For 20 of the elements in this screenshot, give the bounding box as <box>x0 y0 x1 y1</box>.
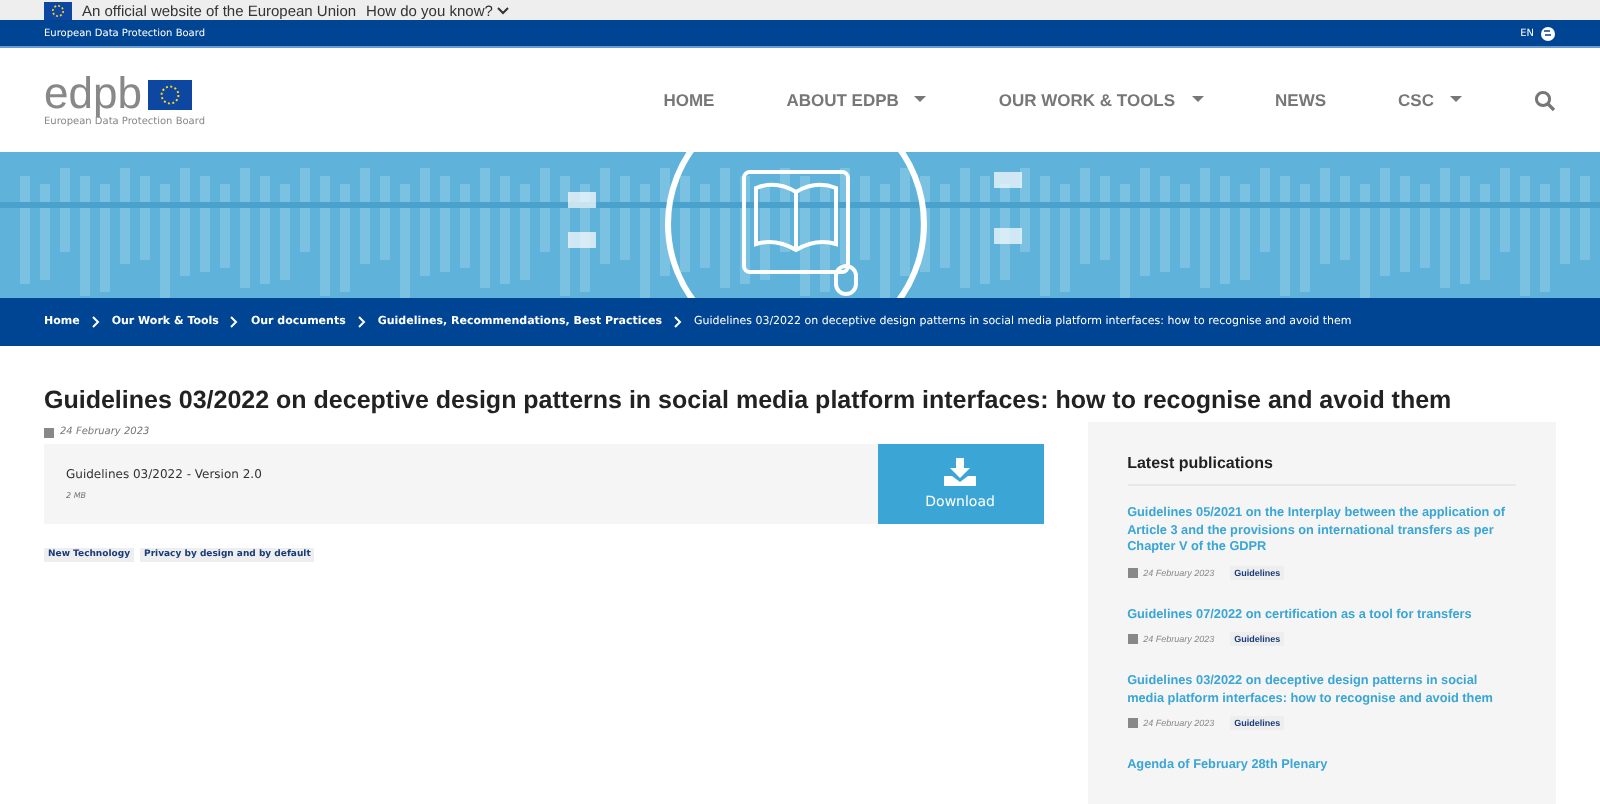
download-icon <box>944 458 977 486</box>
chevron-down-icon[interactable] <box>496 5 511 15</box>
caret-icon[interactable] <box>1191 96 1204 104</box>
eu-flag-icon <box>147 79 192 109</box>
caret-icon[interactable] <box>1450 96 1462 104</box>
eu-flag-icon <box>44 1 72 19</box>
search-icon[interactable] <box>1534 89 1556 111</box>
chevron-right-icon <box>674 316 683 328</box>
logo-text[interactable]: edpb <box>44 72 142 116</box>
nav-link[interactable]: CSC <box>1398 90 1462 110</box>
chevron-right-icon <box>91 316 100 328</box>
chevron-right-icon <box>357 316 366 328</box>
nav-link[interactable]: HOME <box>663 90 715 110</box>
sidebar-title: Latest publications <box>1127 454 1516 486</box>
nav-link[interactable]: OUR WORK & TOOLS <box>998 90 1204 110</box>
page-title: Guidelines 03/2022 on deceptive design patterns in social media platform interfaces: how to recognise and avoid them <box>44 386 1454 414</box>
chevron-right-icon <box>230 316 239 328</box>
caret-icon[interactable] <box>914 96 927 104</box>
nav-link[interactable]: ABOUT EDPB <box>786 90 927 110</box>
nav-link[interactable]: NEWS <box>1275 90 1327 110</box>
